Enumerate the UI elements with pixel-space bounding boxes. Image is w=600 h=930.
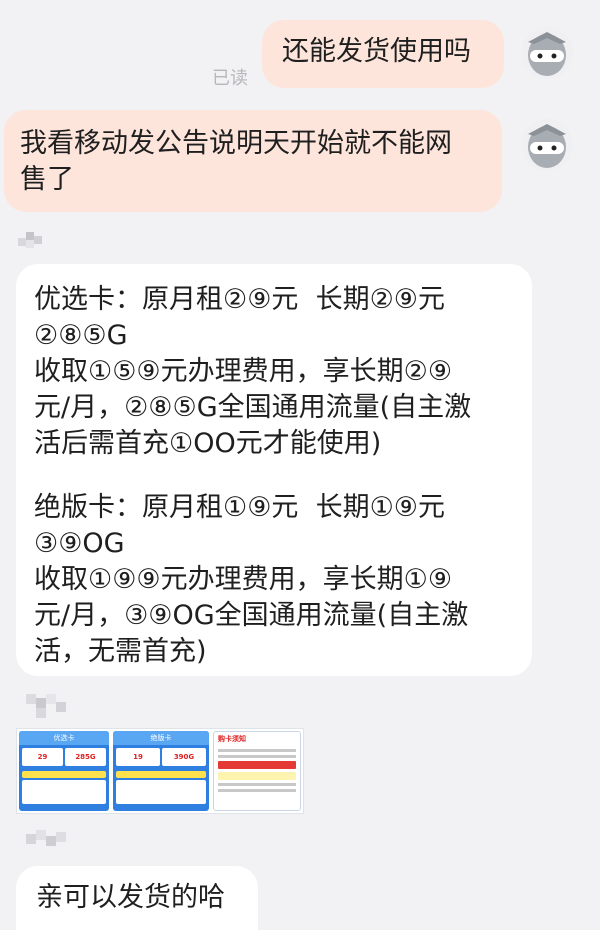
incoming-plan-message-bubble[interactable]: 优选卡：原月租②⑨元 长期②⑨元 ②⑧⑤G 收取①⑤⑨元办理费用，享长期②⑨ 元… (16, 264, 532, 676)
incoming-message-text: 亲可以发货的哈 (36, 882, 225, 913)
plan-panel-jueban: 绝版卡 19 390G (113, 731, 209, 811)
plan-text-line: ②⑧⑤G (34, 320, 128, 351)
panel-highlight-bar (116, 771, 206, 778)
panel-price: 19 (116, 748, 160, 766)
plan-text-line: 元/月，②⑧⑤G全国通用流量(自主激 (34, 392, 472, 423)
chat-screen: { "messages": { "outgoing": { "text": "还… (0, 0, 600, 930)
plan-panel-youxuan: 优选卡 29 285G (19, 731, 109, 811)
panel-title: 优选卡 (19, 731, 109, 745)
plan-text-line: 优选卡：原月租②⑨元 长期②⑨元 (34, 284, 445, 315)
notice-text-line (218, 789, 296, 792)
user-avatar[interactable] (520, 26, 574, 80)
read-status: 已读 (212, 68, 248, 89)
plan-text-line: 绝版卡：原月租①⑨元 长期①⑨元 (34, 492, 445, 523)
outgoing-message-text: 还能发货使用吗 (282, 36, 471, 67)
incoming-message-line-2: 售了 (20, 164, 74, 195)
blurred-avatar[interactable] (18, 232, 44, 250)
ninja-avatar-icon (521, 27, 573, 79)
notice-title: 购卡须知 (218, 735, 246, 743)
ninja-avatar-icon (521, 119, 573, 171)
blurred-avatar[interactable] (26, 830, 70, 850)
panel-details (116, 780, 206, 804)
panel-price: 29 (22, 748, 63, 766)
panel-data: 390G (162, 748, 206, 766)
panel-title: 绝版卡 (113, 731, 209, 745)
plan-text-spacer (34, 462, 514, 490)
plan-text-line: 收取①⑨⑨元办理费用，享长期①⑨ (34, 564, 453, 595)
incoming-message-bubble[interactable]: 我看移动发公告说明天开始就不能网 售了 (4, 110, 502, 212)
plan-text-line: 收取①⑤⑨元办理费用，享长期②⑨ (34, 356, 453, 387)
user-avatar[interactable] (520, 118, 574, 172)
notice-yellow-banner (218, 772, 296, 780)
incoming-message-bubble[interactable]: 亲可以发货的哈 (16, 866, 258, 930)
plan-text-line: 元/月，③⑨OG全国通用流量(自主激 (34, 600, 469, 631)
panel-highlight-bar (22, 771, 106, 778)
plan-text-line: ③⑨OG (34, 528, 125, 559)
incoming-message-line-1: 我看移动发公告说明天开始就不能网 (20, 128, 452, 159)
plan-text-line: 活，无需首充) (34, 636, 207, 667)
notice-text-line (218, 783, 296, 786)
plan-text-line: 活后需首充①OO元才能使用) (34, 428, 382, 459)
plan-image-thumbnail[interactable]: 优选卡 29 285G 绝版卡 19 390G 购卡须知 (16, 728, 304, 814)
notice-red-banner (218, 761, 296, 769)
blurred-avatar[interactable] (26, 694, 70, 718)
panel-details (22, 780, 106, 804)
notice-text-line (218, 755, 296, 758)
notice-text-line (218, 749, 296, 752)
purchase-notice-panel: 购卡须知 (213, 731, 301, 811)
outgoing-message-bubble[interactable]: 还能发货使用吗 (262, 20, 504, 88)
panel-data: 285G (65, 748, 106, 766)
